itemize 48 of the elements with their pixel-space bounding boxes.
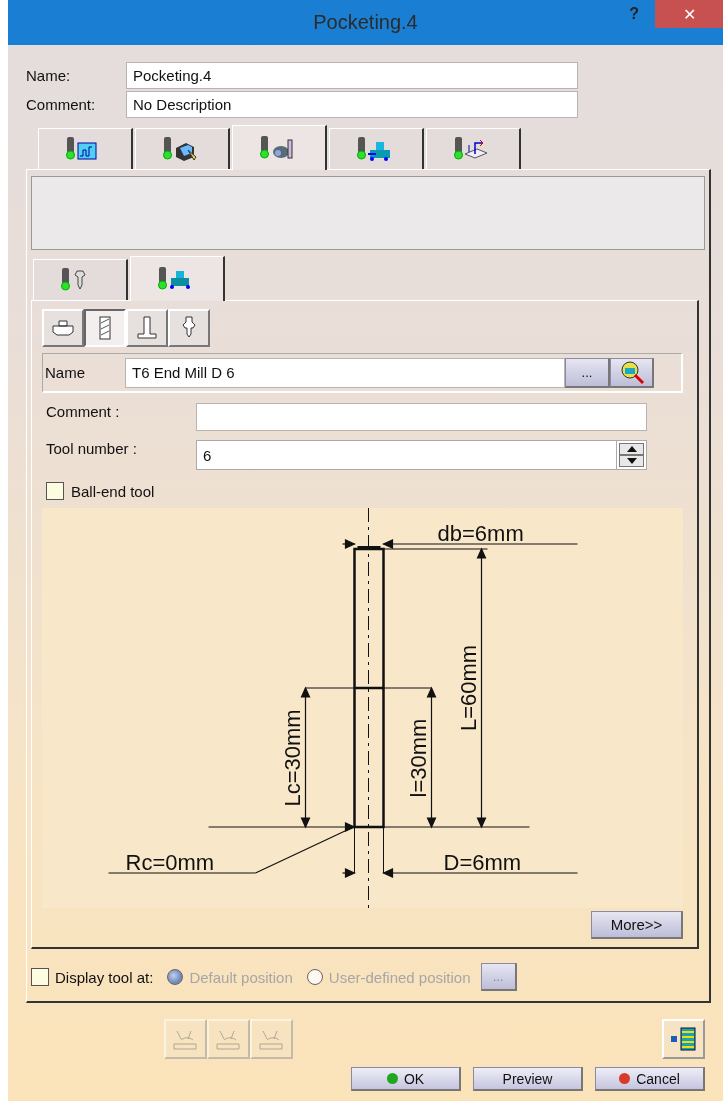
increment-button[interactable] — [619, 443, 644, 455]
up-arrow-icon — [626, 446, 637, 452]
tab[interactable] — [426, 128, 521, 169]
decrement-button[interactable] — [619, 455, 644, 467]
toolbar-button[interactable] — [662, 1019, 705, 1059]
help-button[interactable]: ? — [623, 4, 645, 24]
tool-comment-field[interactable] — [196, 403, 647, 431]
down-arrow-icon — [626, 458, 637, 464]
radio-label: Default position — [189, 968, 293, 986]
radio-label: User-defined position — [328, 968, 471, 986]
checkbox-label: Ball-end tool — [71, 482, 155, 500]
tab[interactable] — [33, 259, 128, 300]
window-title: Pocketing.4 — [313, 11, 418, 34]
dimension-label: l=30mm — [405, 718, 431, 798]
field-label: Comment : — [46, 403, 121, 420]
tab[interactable] — [135, 128, 230, 169]
browse-button[interactable]: ... — [565, 357, 610, 388]
dimension-label: Rc=0mm — [125, 850, 215, 875]
dialog-button[interactable]: Preview — [473, 1067, 583, 1091]
search-button[interactable] — [610, 357, 654, 388]
checkbox[interactable] — [31, 968, 49, 986]
t-slot-cutter-icon — [134, 314, 160, 342]
tool-name-field[interactable]: T6 End Mill D 6 — [125, 357, 565, 388]
film-strip-icon — [668, 1025, 699, 1053]
checkbox-label: Display tool at: — [55, 968, 154, 986]
go-dot-icon — [386, 1073, 398, 1084]
tab[interactable] — [130, 256, 225, 301]
dialog-button[interactable]: Cancel — [595, 1067, 705, 1091]
tab[interactable] — [38, 128, 133, 169]
field-label: Name — [45, 364, 86, 381]
dialog-button[interactable]: OK — [351, 1067, 461, 1091]
field-label: Name: — [26, 67, 72, 84]
name-field[interactable]: Pocketing.4 — [126, 62, 578, 89]
checkbox[interactable] — [46, 482, 64, 500]
field-label: Comment: — [26, 96, 97, 113]
field-label: Tool number : — [46, 440, 138, 457]
tool-number-field[interactable]: 6 — [196, 440, 617, 470]
comment-field[interactable]: No Description — [126, 91, 578, 118]
tool-type-button[interactable] — [84, 309, 126, 347]
dimension-label: db=6mm — [437, 521, 524, 546]
stop-dot-icon — [619, 1073, 631, 1084]
dimension-label: D=6mm — [443, 850, 522, 875]
tab[interactable] — [232, 125, 327, 170]
tab[interactable] — [329, 128, 424, 169]
dimension-label: Lc=30mm — [279, 709, 305, 807]
close-button[interactable]: ✕ — [655, 0, 723, 28]
dimension-label: L=60mm — [455, 644, 481, 732]
more-button[interactable]: More>> — [591, 911, 683, 939]
